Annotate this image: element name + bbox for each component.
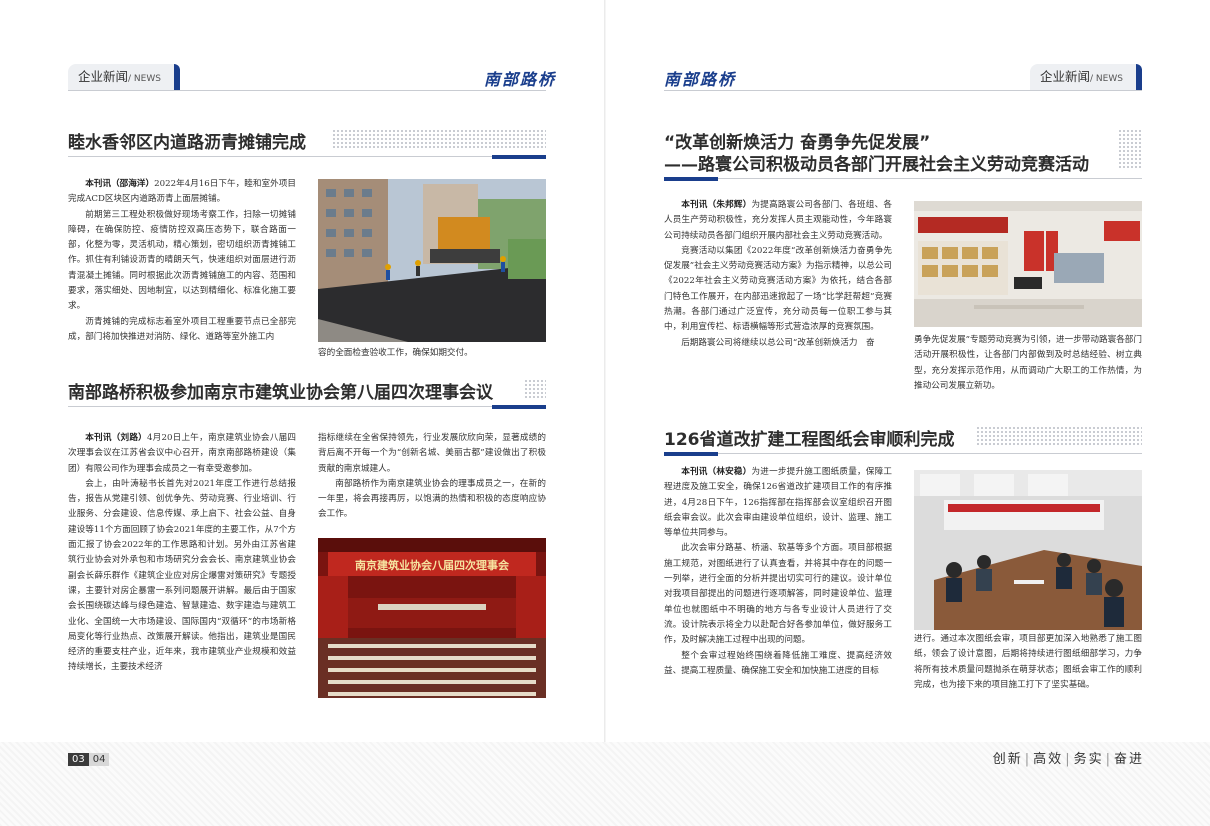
article4-caption: 进行。通过本次图纸会审，项目部更加深入地熟悉了施工图纸，领会了设计意图，后期将持… [914,634,1142,690]
section-tab-label: 企业新闻 [78,69,129,84]
section-tab-right: 企业新闻/ NEWS [1030,64,1142,90]
article1-body: 本刊讯（邵海洋）2022年4月16日下午，睦和室外项目完成ACD区块区内道路沥青… [68,177,296,345]
byline: 本刊讯（朱邦辉） [681,200,752,210]
slogan-word: 创新 [992,752,1023,767]
slogan-word: 奋进 [1113,752,1144,767]
paragraph: 整个会审过程始终围绕着降低施工难度、提高经济效益、提高工程质量、确保施工安全和加… [664,650,892,676]
title-underline-accent [492,155,546,159]
article4-title: 126省道改扩建工程图纸会审顺利完成 [664,430,955,450]
title-dot-pattern [524,379,546,399]
section-tab-en: / NEWS [1090,74,1123,84]
paragraph: 前期第三工程处积极做好现场考察工作，扫除一切摊铺障碍，在确保防控、疫情防控双高压… [68,209,296,312]
article3-body: 本刊讯（朱邦辉）为提高路寰公司各部门、各班组、各人员生产劳动积极性，充分发挥人员… [664,198,892,351]
company-logo-right: 南部路桥 [664,70,737,89]
section-tab-label: 企业新闻 [1040,69,1091,84]
article2-body-col1: 本刊讯（刘路）4月20日上午，南京建筑业协会八届四次理事会议在江苏省会议中心召开… [68,431,296,676]
page-fold [604,0,606,826]
title-underline [664,453,1142,454]
article3-title-line2: ——路寰公司积极动员各部门开展社会主义劳动竞赛活动 [664,155,1089,175]
title-underline [664,178,1142,179]
paragraph: 南部路桥作为南京建筑业协会的理事成员之一，在新的一年里，将会再接再厉，以饱满的热… [318,478,546,520]
title-dot-pattern [1118,129,1142,169]
page-number-left: 03 [68,753,89,766]
banner-text: 南京建筑业协会八届四次理事会 [355,558,510,572]
slogan-divider: | [1065,752,1072,767]
title-dot-pattern [976,426,1142,446]
paragraph: 指标继续在全省保持领先，行业发展欣欣向荣，显著成绩的背后离不开每一个为“创新名城… [318,433,546,474]
slogan-divider: | [1024,752,1032,767]
article3-caption: 勇争先促发展”专题劳动竞赛为引领，进一步带动路寰各部门活动开展积极性，让各部门内… [914,335,1142,391]
slogan-word: 务实 [1073,752,1104,767]
paragraph: 为进一步提升施工图纸质量，保障工程进度及施工安全，确保126省道改扩建项目工作的… [664,467,892,539]
paragraph: 此次会审分路基、桥涵、软基等多个方面。项目部根据施工规范，对图纸进行了认真查看，… [664,543,892,646]
article1-caption: 容的全面检查验收工作，确保如期交付。 [318,348,473,358]
slogan-divider: | [1105,752,1112,767]
article2-title: 南部路桥积极参加南京市建筑业协会第八届四次理事会议 [68,383,493,403]
paragraph: 沥青摊铺的完成标志着室外项目工程重要节点已全部完成，部门将加快推进对消防、绿化、… [68,316,296,342]
tab-accent-bar [174,64,180,90]
page-numbers: 03 04 [68,753,110,769]
section-tab-en: / NEWS [128,74,161,84]
section-tab-left: 企业新闻/ NEWS [68,64,180,90]
paragraph: 后期路寰公司将继续以总公司“改革创新焕活力 奋 [681,337,875,348]
magazine-spread: 企业新闻/ NEWS 南部路桥 睦水香邻区内道路沥青摊铺完成 本刊讯（邵海洋）2… [0,0,1210,826]
slogan-word: 高效 [1033,752,1064,767]
article1-title: 睦水香邻区内道路沥青摊铺完成 [68,133,306,153]
header-rule-left [68,90,546,91]
byline: 本刊讯（邵海洋） [85,179,155,189]
title-underline [68,156,546,157]
title-underline [68,406,546,407]
title-underline-accent [664,452,718,456]
header-rule-right [664,90,1142,91]
byline: 本刊讯（林安稳） [681,467,752,477]
meeting-hall-photo: 南京建筑业协会八届四次理事会 [318,538,546,698]
exhibition-room-photo [914,201,1142,327]
title-dot-pattern [332,129,546,149]
paragraph: 会上，由叶涛秘书长首先对2021年度工作进行总结报告，报告从党建引领、创优争先、… [68,478,296,673]
footer-slogan: 创新 | 高效 | 务实 | 奋进 [993,748,1144,767]
article4-body: 本刊讯（林安稳）为进一步提升施工图纸质量，保障工程进度及施工安全，确保126省道… [664,465,892,679]
article2-body-col2: 指标继续在全省保持领先，行业发展欣欣向荣，显著成绩的背后离不开每一个为“创新名城… [318,431,546,523]
conference-room-photo [914,470,1142,630]
tab-accent-bar [1136,64,1142,90]
page-number-right: 04 [88,753,110,766]
paragraph: 竞赛活动以集团《2022年度“改革创新焕活力奋勇争先促发展”社会主义劳动竞赛活动… [664,245,892,333]
title-underline-accent [492,405,546,409]
paving-photo [318,179,546,342]
company-logo-left: 南部路桥 [484,70,557,89]
byline: 本刊讯（刘路） [85,433,147,443]
title-underline-accent [664,177,718,181]
